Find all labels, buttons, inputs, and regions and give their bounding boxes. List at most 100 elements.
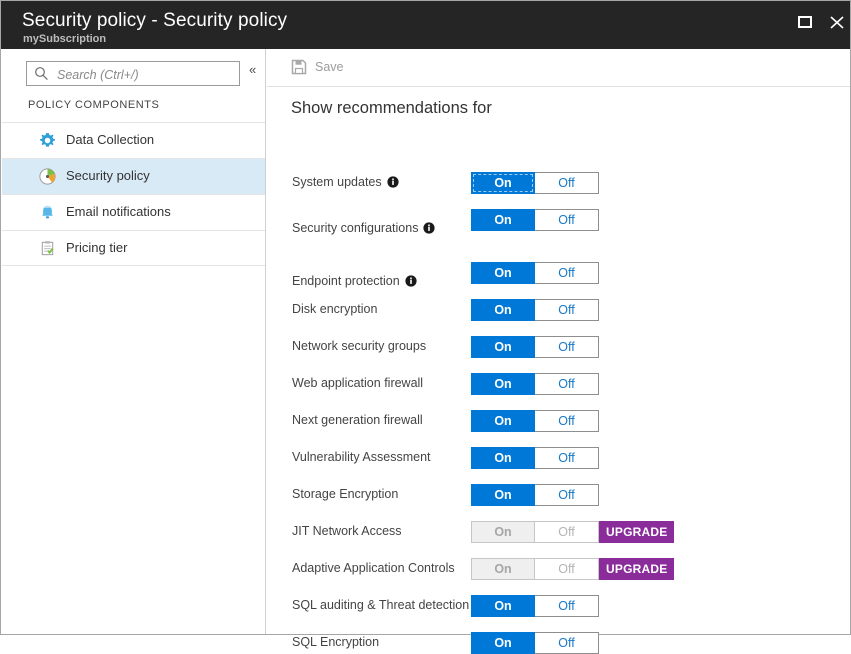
toggle-off-option[interactable]: Off <box>535 336 599 358</box>
toggle-off-option[interactable]: Off <box>535 447 599 469</box>
toggle-off-option[interactable]: Off <box>535 262 599 284</box>
recommendation-row: Next generation firewall OnOff <box>267 410 850 432</box>
info-icon[interactable] <box>423 222 435 237</box>
gear-icon <box>38 131 57 150</box>
upgrade-badge[interactable]: UPGRADE <box>599 558 674 580</box>
recommendation-label: Storage Encryption <box>292 487 398 501</box>
info-icon[interactable] <box>405 275 417 290</box>
toggle-off-option[interactable]: Off <box>535 209 599 231</box>
sidebar: « POLICY COMPONENTS Data Collection <box>2 49 266 634</box>
recommendation-label: Network security groups <box>292 339 426 353</box>
recommendation-label: Vulnerability Assessment <box>292 450 431 464</box>
main-panel: Save Show recommendations for System upd… <box>267 49 850 634</box>
maximize-icon <box>798 16 812 28</box>
recommendation-label: Next generation firewall <box>292 413 423 427</box>
recommendation-label: JIT Network Access <box>292 524 402 538</box>
toggle-on-option[interactable]: On <box>471 209 535 231</box>
recommendation-row: Vulnerability Assessment OnOff <box>267 447 850 469</box>
toolbar: Save <box>267 49 850 87</box>
toggle-on-option[interactable]: On <box>471 410 535 432</box>
recommendation-label: Web application firewall <box>292 376 423 390</box>
recommendation-label: SQL auditing & Threat detection <box>292 598 469 612</box>
toggle-on-option[interactable]: On <box>471 484 535 506</box>
recommendation-toggle[interactable]: OnOff <box>471 595 599 617</box>
recommendation-toggle[interactable]: OnOff <box>471 373 599 395</box>
toggle-off-option[interactable]: Off <box>535 558 599 580</box>
recommendation-label: SQL Encryption <box>292 635 379 649</box>
toggle-off-option[interactable]: Off <box>535 521 599 543</box>
recommendation-toggle[interactable]: OnOff <box>471 172 599 194</box>
recommendation-row: Endpoint protectionOnOff <box>267 262 850 284</box>
recommendation-row: SQL Encryption OnOff <box>267 632 850 654</box>
clipboard-icon <box>38 239 57 258</box>
recommendation-toggle[interactable]: OnOff <box>471 336 599 358</box>
toggle-on-option[interactable]: On <box>471 595 535 617</box>
search-box[interactable] <box>26 61 240 86</box>
title-bar: Security policy - Security policy mySubs… <box>1 1 850 49</box>
toggle-on-option[interactable]: On <box>471 299 535 321</box>
toggle-off-option[interactable]: Off <box>535 595 599 617</box>
sidebar-section-header: POLICY COMPONENTS <box>28 99 159 111</box>
toggle-off-option[interactable]: Off <box>535 484 599 506</box>
toggle-on-option[interactable]: On <box>471 521 535 543</box>
sidebar-nav-list: Data Collection Security policy <box>2 122 265 266</box>
recommendation-label: Endpoint protection <box>292 274 417 290</box>
recommendation-toggle[interactable]: OnOff <box>471 632 599 654</box>
info-icon[interactable] <box>387 176 399 191</box>
save-button-label: Save <box>315 60 344 74</box>
subscription-subtitle: mySubscription <box>23 33 106 45</box>
upgrade-badge[interactable]: UPGRADE <box>599 521 674 543</box>
recommendation-toggle[interactable]: OnOff <box>471 299 599 321</box>
recommendation-row: Adaptive Application Controls OnOffUPGRAD… <box>267 558 850 580</box>
search-input[interactable] <box>55 62 239 87</box>
toggle-off-option[interactable]: Off <box>535 632 599 654</box>
sidebar-item-data-collection[interactable]: Data Collection <box>2 122 265 158</box>
search-icon <box>34 66 49 86</box>
page-title: Security policy - Security policy <box>22 10 287 32</box>
toggle-on-option[interactable]: On <box>471 447 535 469</box>
recommendation-label: Security configurations <box>292 221 435 237</box>
recommendation-row: Disk encryption OnOff <box>267 299 850 321</box>
toggle-on-option[interactable]: On <box>471 336 535 358</box>
pie-chart-icon <box>38 167 57 186</box>
sidebar-item-label: Data Collection <box>66 132 154 147</box>
recommendation-row: JIT Network Access OnOffUPGRADE <box>267 521 850 543</box>
recommendation-toggle[interactable]: OnOff <box>471 447 599 469</box>
recommendation-label: Adaptive Application Controls <box>292 561 455 575</box>
sidebar-item-pricing-tier[interactable]: Pricing tier <box>2 230 265 266</box>
recommendation-toggle[interactable]: OnOff <box>471 521 599 543</box>
toggle-on-option[interactable]: On <box>471 558 535 580</box>
recommendation-row: Network security groups OnOff <box>267 336 850 358</box>
sidebar-item-label: Security policy <box>66 168 150 183</box>
recommendation-row: System updatesOnOff <box>267 172 850 194</box>
sidebar-item-email-notifications[interactable]: Email notifications <box>2 194 265 230</box>
maximize-button[interactable] <box>790 9 820 37</box>
security-policy-window: Security policy - Security policy mySubs… <box>0 0 851 635</box>
toggle-on-option[interactable]: On <box>471 262 535 284</box>
recommendation-toggle[interactable]: OnOff <box>471 410 599 432</box>
toggle-off-option[interactable]: Off <box>535 299 599 321</box>
recommendation-label: Disk encryption <box>292 302 377 316</box>
recommendation-row: Security configurationsOnOff <box>267 209 850 231</box>
recommendation-toggle[interactable]: OnOff <box>471 484 599 506</box>
save-floppy-icon <box>291 59 307 80</box>
recommendation-row: Web application firewall OnOff <box>267 373 850 395</box>
recommendation-toggle[interactable]: OnOff <box>471 262 599 284</box>
recommendation-row: SQL auditing & Threat detectionOnOff <box>267 595 850 617</box>
toggle-off-option[interactable]: Off <box>535 172 599 194</box>
toggle-off-option[interactable]: Off <box>535 373 599 395</box>
toggle-on-option[interactable]: On <box>471 632 535 654</box>
close-button[interactable] <box>822 9 851 37</box>
toggle-on-option[interactable]: On <box>471 172 535 194</box>
sidebar-item-label: Pricing tier <box>66 240 127 255</box>
recommendation-row: Storage Encryption OnOff <box>267 484 850 506</box>
recommendation-toggle[interactable]: OnOff <box>471 209 599 231</box>
sidebar-item-security-policy[interactable]: Security policy <box>2 158 265 194</box>
toggle-off-option[interactable]: Off <box>535 410 599 432</box>
bell-icon <box>38 203 57 222</box>
toggle-on-option[interactable]: On <box>471 373 535 395</box>
sidebar-item-label: Email notifications <box>66 204 171 219</box>
collapse-sidebar-button[interactable]: « <box>249 63 256 76</box>
recommendation-toggle[interactable]: OnOff <box>471 558 599 580</box>
panel-title: Show recommendations for <box>291 99 492 118</box>
